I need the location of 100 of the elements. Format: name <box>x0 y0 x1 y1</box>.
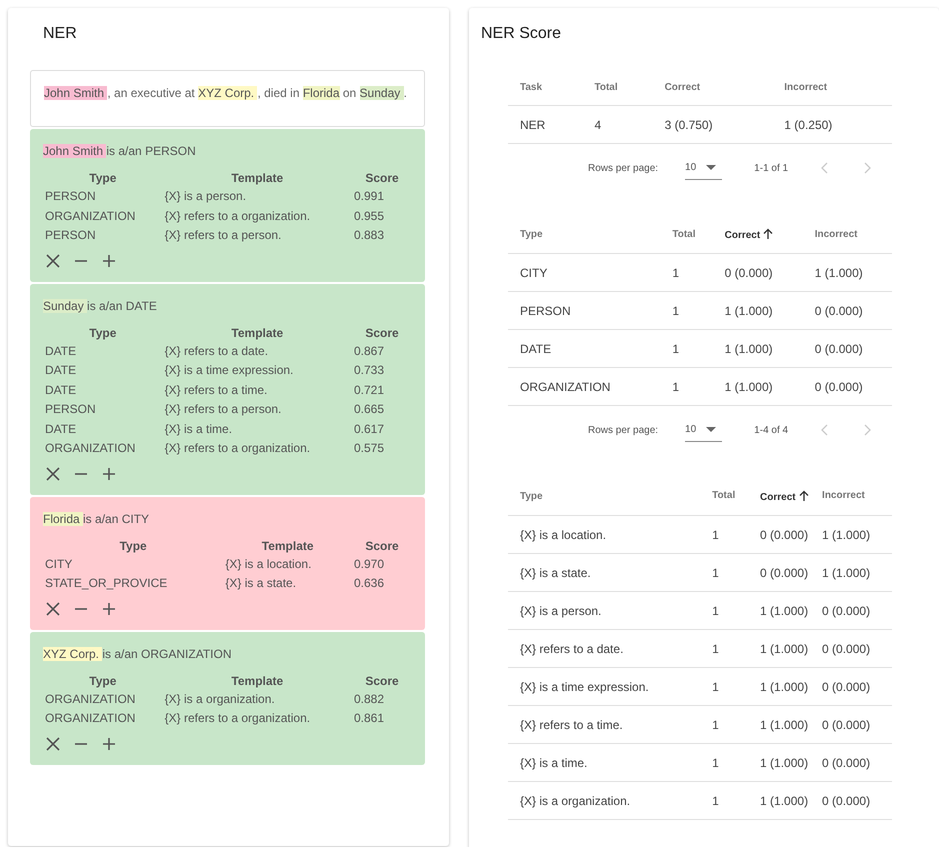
column-header[interactable]: Type <box>508 478 700 516</box>
chevron-left-icon <box>820 424 828 436</box>
table-cell-text: 0.575 <box>353 440 386 457</box>
entity-highlight: Florida <box>43 512 84 526</box>
column-header[interactable]: Incorrect <box>810 478 892 516</box>
table-cell-text: {X} is a person. <box>164 188 248 205</box>
column-header[interactable]: Correct <box>712 216 803 254</box>
column-header: Score <box>364 170 400 187</box>
entity-label: is a/an ORGANIZATION <box>102 646 232 660</box>
table-cell: 1 (1.000) <box>712 330 803 368</box>
table-cell: 1 <box>700 592 748 630</box>
column-header[interactable]: Incorrect <box>772 70 892 106</box>
column-header: Template <box>260 538 315 554</box>
table-cell: 0 (0.000) <box>748 554 810 592</box>
table-cell: 0 (0.000) <box>802 292 892 330</box>
table-cell: 1 (1.000) <box>810 554 892 592</box>
column-header: Template <box>230 672 284 690</box>
table-cell: 1 <box>700 516 748 554</box>
table-cell-text: DATE <box>44 342 78 360</box>
table-cell: 0 (0.000) <box>802 368 892 406</box>
table-cell: 3 (0.750) <box>652 106 772 144</box>
panel-title: NER <box>42 24 78 44</box>
table-cell: 1 (1.000) <box>802 254 892 292</box>
table-cell: {X} is a state. <box>508 554 700 592</box>
table-cell-text: 0.955 <box>353 208 386 224</box>
table-cell-text: {X} refers to a date. <box>164 342 270 360</box>
table-cell-text: ORGANIZATION <box>44 710 136 727</box>
plus-icon <box>102 466 116 480</box>
table-cell: 1 <box>700 668 748 706</box>
table-cell: {X} is a person. <box>508 592 700 630</box>
table-cell: ORGANIZATION <box>508 368 660 406</box>
close-icon <box>46 736 60 750</box>
plus-icon <box>102 254 116 268</box>
column-header: Type <box>88 170 118 187</box>
column-header: Type <box>88 324 118 342</box>
table-cell: 1 (1.000) <box>810 516 892 554</box>
table-cell: 1 <box>700 630 748 668</box>
table-cell: {X} is a location. <box>508 516 700 554</box>
sentence-text: John Smith , an executive at XYZ Corp. , died in Florida on Sunday . <box>30 70 425 127</box>
table-cell: 0 (0.000) <box>810 744 892 782</box>
chevron-right-icon <box>864 424 872 436</box>
column-header[interactable]: Total <box>660 216 713 254</box>
table-cell-text: STATE_OR_PROVICE <box>44 575 168 592</box>
rows-per-page-select[interactable]: 10 <box>685 156 722 180</box>
close-icon <box>46 466 60 480</box>
entity-highlight: XYZ Corp. <box>43 646 102 660</box>
table-cell-text: 0.617 <box>353 420 386 438</box>
table-cell: 0 (0.000) <box>712 254 803 292</box>
column-header[interactable]: Task <box>508 70 582 106</box>
table-cell: PERSON <box>508 292 660 330</box>
table-cell-text: ORGANIZATION <box>44 208 136 224</box>
entity-highlight: Sunday <box>43 298 88 312</box>
table-cell-text: PERSON <box>44 401 97 418</box>
table-cell: DATE <box>508 330 660 368</box>
table-cell: 1 <box>660 330 713 368</box>
table-cell: 0 (0.000) <box>748 516 810 554</box>
minus-icon <box>75 742 87 744</box>
column-header[interactable]: Correct <box>748 478 810 516</box>
column-header: Score <box>364 672 400 690</box>
column-header[interactable]: Type <box>508 216 660 254</box>
page-range: 1-1 of 1 <box>754 162 788 174</box>
column-header[interactable]: Total <box>700 478 748 516</box>
dropdown-icon <box>706 427 716 432</box>
table-cell: 0 (0.000) <box>810 630 892 668</box>
table-cell: 1 <box>700 706 748 744</box>
table-cell: {X} is a organization. <box>508 782 700 820</box>
column-header[interactable]: Incorrect <box>802 216 892 254</box>
table-cell: 1 <box>660 368 713 406</box>
plus-icon <box>102 736 116 750</box>
table-cell: 0 (0.000) <box>810 706 892 744</box>
table-cell: 1 <box>700 744 748 782</box>
table-cell-text: {X} refers to a organization. <box>164 710 312 727</box>
sort-arrow-icon <box>763 228 774 239</box>
table-cell: 1 (1.000) <box>748 630 810 668</box>
table-cell-text: CITY <box>44 556 74 572</box>
table-cell-text: DATE <box>44 382 78 398</box>
table-cell-text: {X} is a time. <box>164 420 234 438</box>
plus-icon <box>102 602 116 616</box>
table-cell-text: 0.970 <box>353 556 386 572</box>
rows-per-page-select[interactable]: 10 <box>685 418 722 442</box>
table-cell-text: PERSON <box>44 188 97 205</box>
table-cell: 1 (1.000) <box>712 292 803 330</box>
table-cell-text: {X} refers to a person. <box>164 227 282 244</box>
table-cell: CITY <box>508 254 660 292</box>
dropdown-icon <box>706 165 716 170</box>
column-header: Type <box>88 672 118 690</box>
chevron-right-icon <box>864 162 872 174</box>
table-cell-text: ORGANIZATION <box>44 440 136 457</box>
column-header[interactable]: Total <box>582 70 653 106</box>
table-cell-text: {X} is a organization. <box>164 690 276 708</box>
table-cell: 1 (1.000) <box>712 368 803 406</box>
column-header: Template <box>230 324 284 342</box>
table-cell-text: {X} refers to a organization. <box>164 208 312 224</box>
column-header[interactable]: Correct <box>652 70 772 106</box>
table-cell: 4 <box>582 106 653 144</box>
table-cell: {X} refers to a date. <box>508 630 700 668</box>
minus-icon <box>75 260 87 262</box>
table-cell: 0 (0.000) <box>810 782 892 820</box>
table-cell-text: 0.991 <box>353 188 386 205</box>
table-cell-text: 0.882 <box>353 690 386 708</box>
